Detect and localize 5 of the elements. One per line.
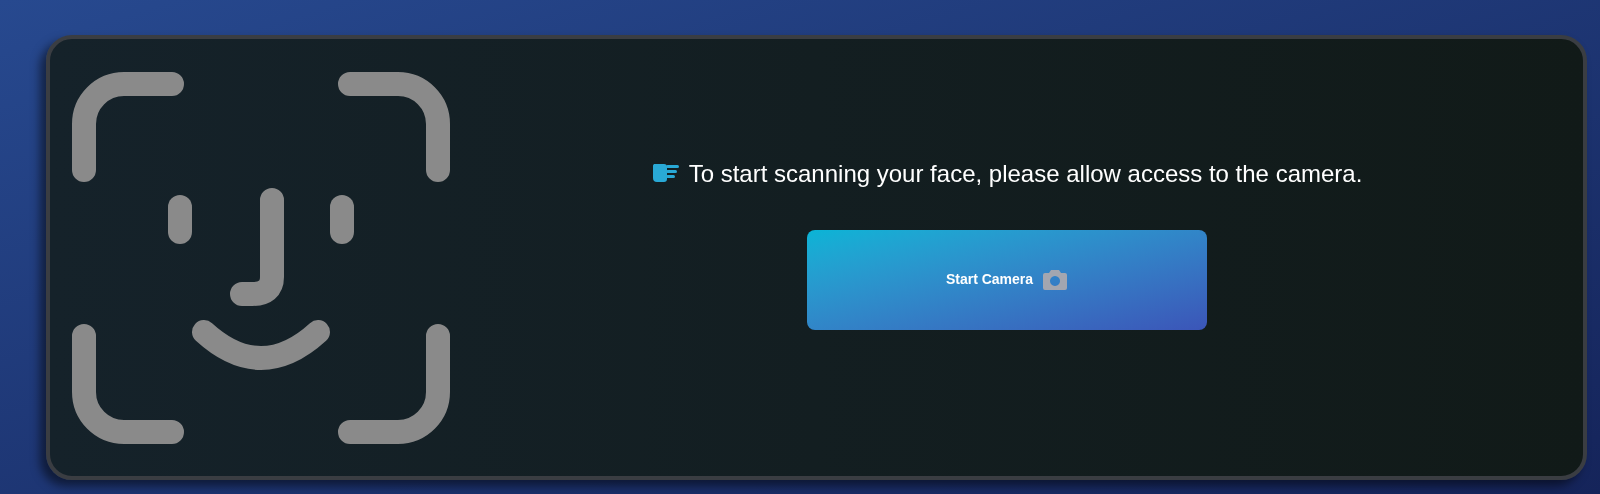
camera-access-message: To start scanning your face, please allow access to the camera. [688,158,1363,189]
camera-icon [1043,269,1068,290]
face-scan-icon [72,71,450,444]
start-camera-button[interactable]: Start Camera [806,229,1207,330]
pointing-hand-icon [650,161,681,184]
